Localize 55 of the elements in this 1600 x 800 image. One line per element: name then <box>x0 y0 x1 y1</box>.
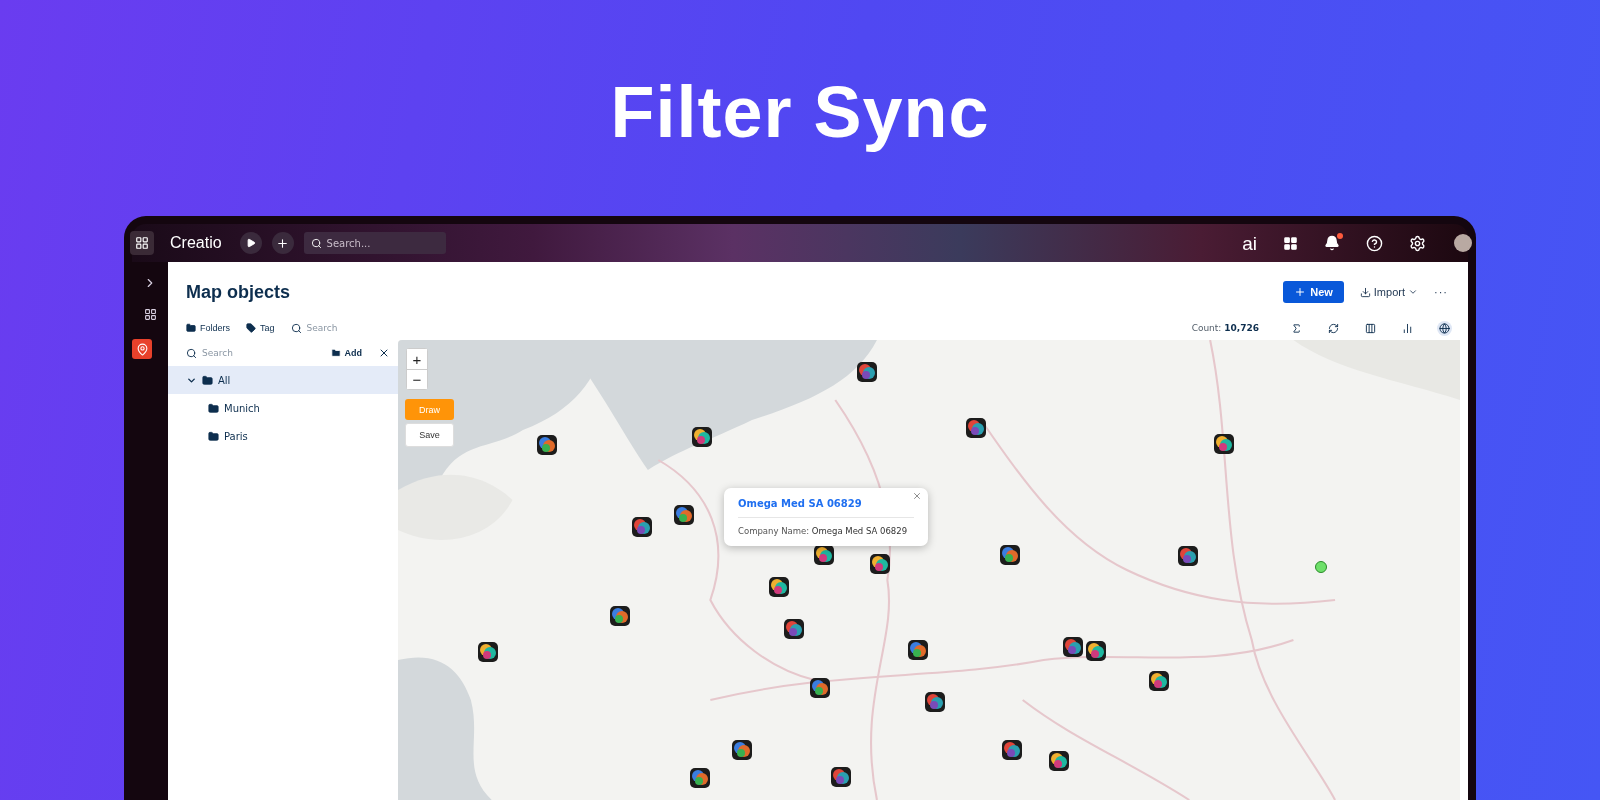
close-icon[interactable] <box>378 347 390 359</box>
search-field[interactable]: Search... <box>303 232 446 254</box>
save-button[interactable]: Save <box>405 423 454 447</box>
folder-icon <box>202 374 213 386</box>
map-marker-icon[interactable] <box>1049 751 1070 772</box>
folder-label: Munich <box>224 402 260 414</box>
new-button[interactable]: New <box>1283 281 1344 303</box>
folder-item[interactable]: Paris <box>168 422 398 450</box>
plus-icon <box>1294 286 1307 298</box>
apps-icon[interactable] <box>1283 235 1298 251</box>
add-folder-button[interactable]: Add <box>330 348 362 358</box>
search-placeholder: Search... <box>326 237 371 249</box>
run-button[interactable] <box>239 232 262 254</box>
globe-icon[interactable] <box>1437 320 1452 336</box>
app-menu-button[interactable] <box>130 231 154 255</box>
search-icon <box>186 347 197 359</box>
record-count: Count: 10,726 <box>1191 323 1259 333</box>
settings-icon[interactable] <box>1409 234 1426 252</box>
import-button[interactable]: Import <box>1359 286 1418 298</box>
search-icon <box>310 237 322 249</box>
add-button[interactable] <box>271 232 294 254</box>
location-dot-icon[interactable] <box>1314 561 1327 574</box>
more-button[interactable]: ··· <box>1434 286 1448 298</box>
caret-icon <box>1408 287 1418 297</box>
plus-icon <box>276 236 290 250</box>
map-marker-icon[interactable] <box>632 517 653 538</box>
popup-field: Company Name: Omega Med SA 06829 <box>738 526 914 536</box>
grid-icon <box>135 236 149 250</box>
download-icon <box>1359 286 1371 298</box>
map-marker-icon[interactable] <box>784 619 805 640</box>
logo: Creatio <box>170 234 222 252</box>
folder-label: All <box>218 374 231 386</box>
folder-item[interactable]: Munich <box>168 394 398 422</box>
folder-icon <box>208 402 219 414</box>
tag-icon <box>246 323 256 333</box>
dashboard-icon[interactable] <box>143 308 157 321</box>
search-icon <box>290 322 302 334</box>
folder-icon <box>208 430 219 442</box>
record-link[interactable]: Omega Med SA 06829 <box>738 498 914 509</box>
map-marker-icon[interactable] <box>1149 671 1170 692</box>
avatar[interactable] <box>1454 234 1472 252</box>
map-marker-icon[interactable] <box>831 767 852 788</box>
zoom-out-button[interactable]: − <box>407 369 427 389</box>
play-icon <box>245 238 256 248</box>
folder-label: Paris <box>224 430 248 442</box>
map-marker-icon[interactable] <box>690 768 711 789</box>
page-title: Map objects <box>186 281 291 303</box>
headline: Filter Sync <box>610 71 990 154</box>
ai-button[interactable]: ai <box>1242 233 1257 253</box>
bell-icon[interactable] <box>1324 235 1340 251</box>
filter-button[interactable]: Folders <box>186 323 230 333</box>
folder-item[interactable]: All <box>168 366 398 394</box>
help-icon[interactable] <box>1366 234 1383 252</box>
folder-icon <box>186 323 196 333</box>
filter-button[interactable]: Tag <box>246 323 275 333</box>
